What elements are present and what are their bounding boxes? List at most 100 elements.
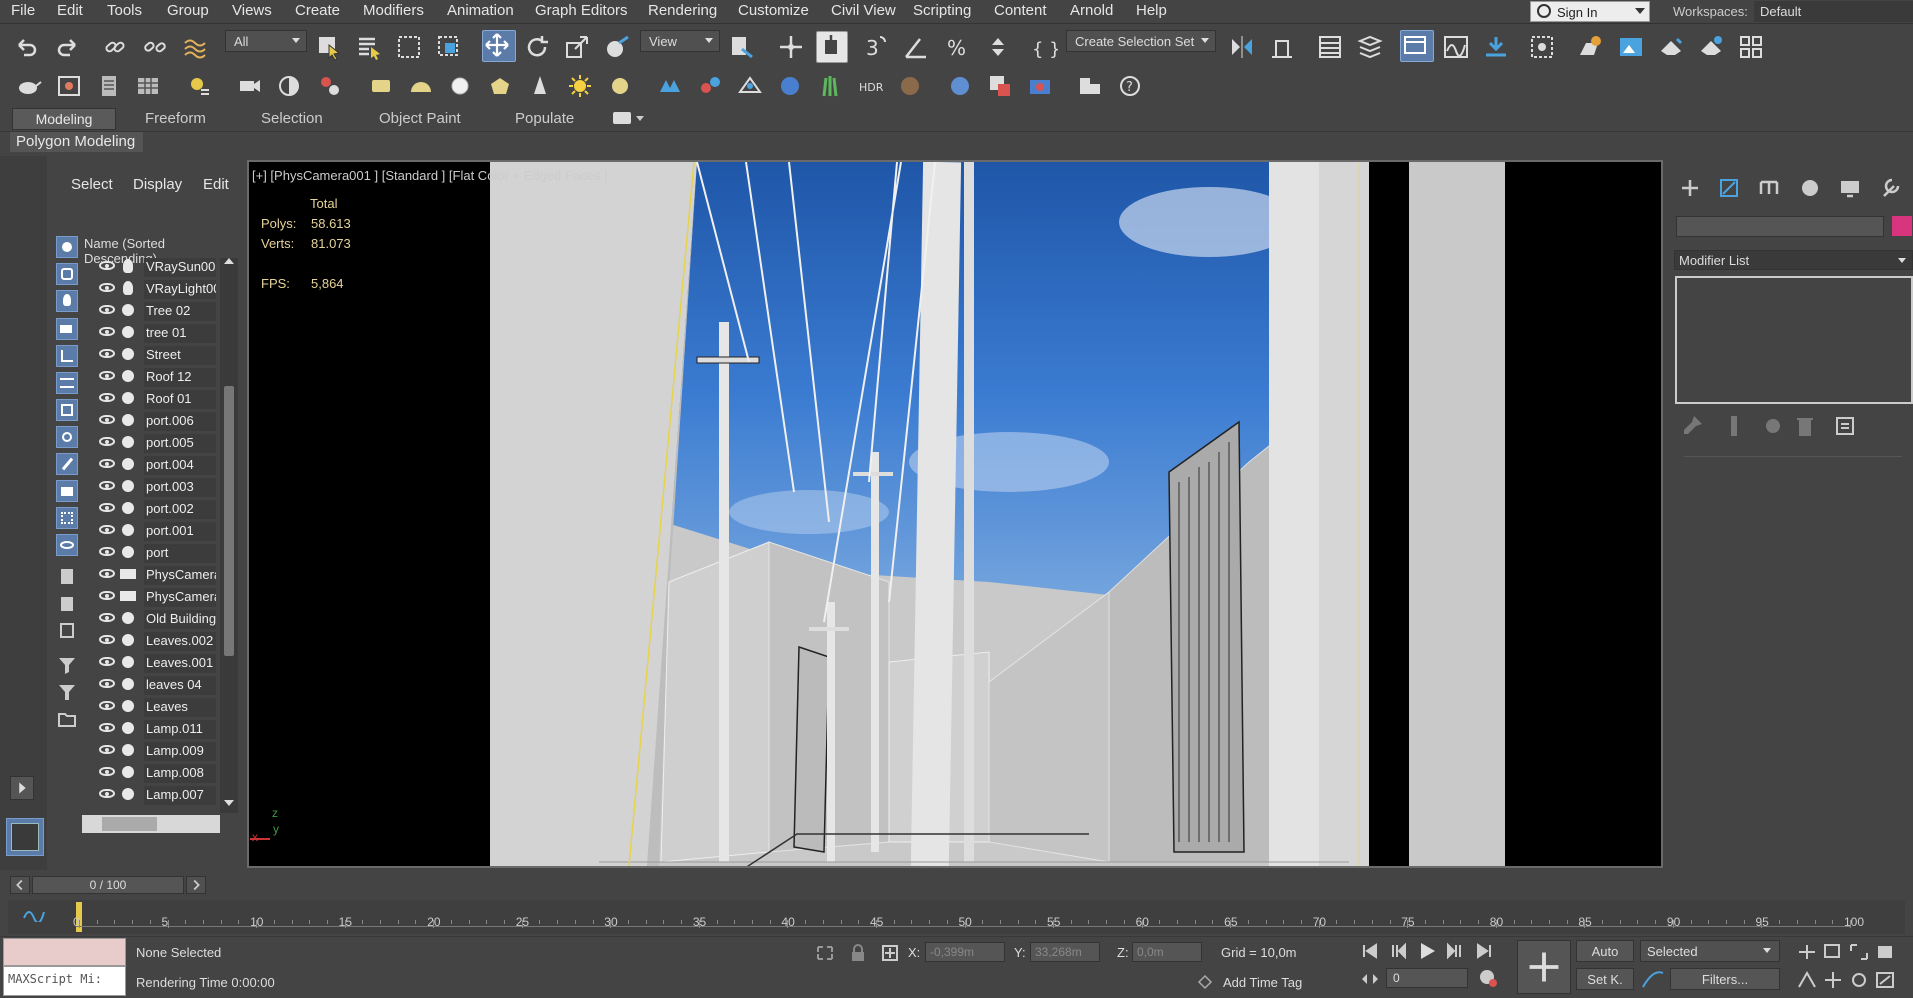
menu-arnold[interactable]: Arnold [1070, 2, 1113, 19]
list-item[interactable]: Leaves.001 [82, 651, 218, 673]
rendered-frame-window-icon[interactable] [1617, 33, 1645, 61]
list-item[interactable]: port.005 [82, 431, 218, 453]
vray-plane-icon[interactable] [367, 72, 395, 100]
object-name[interactable]: port.006 [144, 412, 216, 431]
viewport-layout-button[interactable] [6, 818, 44, 856]
object-name[interactable]: port.003 [144, 478, 216, 497]
object-name[interactable]: Lamp.011 [144, 720, 216, 739]
display-children-icon[interactable] [56, 566, 78, 588]
link-icon[interactable] [101, 33, 129, 61]
render-activeshade-icon[interactable] [1697, 33, 1725, 61]
zoom-extents-icon[interactable] [1848, 942, 1870, 962]
menu-modifiers[interactable]: Modifiers [363, 2, 424, 19]
material-editor-icon[interactable] [1528, 33, 1556, 61]
vray-ambient-icon[interactable] [606, 72, 634, 100]
list-item[interactable]: Lamp.007 [82, 783, 218, 805]
list-item[interactable]: Roof 01 [82, 387, 218, 409]
rotate-icon[interactable] [523, 33, 551, 61]
object-name[interactable]: port.005 [144, 434, 216, 453]
play-icon[interactable] [1416, 940, 1438, 962]
motion-panel-icon[interactable] [1796, 174, 1824, 202]
vray-vfb-icon[interactable] [986, 72, 1014, 100]
object-name[interactable]: Roof 01 [144, 390, 216, 409]
expand-panel-button[interactable] [10, 776, 34, 800]
select-object-icon[interactable] [315, 33, 343, 61]
pin-stack-icon[interactable] [1678, 412, 1706, 440]
menu-scripting[interactable]: Scripting [913, 2, 971, 19]
snaps-toggle-icon[interactable]: 3 [862, 33, 890, 61]
mirror-icon[interactable] [1228, 33, 1256, 61]
visibility-eye-icon[interactable] [99, 327, 115, 336]
vray-sun-icon[interactable] [566, 72, 594, 100]
auto-key-button[interactable]: Auto [1576, 940, 1634, 962]
ribbon-options-icon[interactable] [613, 112, 631, 124]
ribbon-tab-modeling[interactable]: Modeling [12, 108, 116, 130]
ribbon-tab-object-paint[interactable]: Object Paint [379, 110, 461, 127]
teapot-icon[interactable] [15, 72, 43, 100]
display-influences-icon[interactable] [56, 593, 78, 615]
object-name[interactable]: Street [144, 346, 216, 365]
workspace-select[interactable]: Default [1754, 1, 1913, 22]
light-lister-icon[interactable] [185, 72, 213, 100]
ribbon-tab-populate[interactable]: Populate [515, 110, 574, 127]
visibility-eye-icon[interactable] [99, 547, 115, 556]
folder-icon[interactable] [56, 708, 78, 730]
key-filters-button[interactable]: Filters... [1670, 968, 1780, 990]
list-item[interactable]: leaves 04 [82, 673, 218, 695]
selection-lock-icon[interactable] [850, 944, 866, 962]
list-item[interactable]: VRayLight001 [82, 277, 218, 299]
curve-editor-icon[interactable] [1442, 33, 1470, 61]
visibility-eye-icon[interactable] [99, 283, 115, 292]
menu-rendering[interactable]: Rendering [648, 2, 717, 19]
menu-help[interactable]: Help [1136, 2, 1167, 19]
render-setup-icon[interactable] [1576, 33, 1604, 61]
next-key-icon[interactable] [1445, 942, 1465, 960]
maxscript-mini-listener[interactable]: MAXScript Mi: [3, 966, 126, 996]
visibility-eye-icon[interactable] [99, 701, 115, 710]
scroll-down-icon[interactable] [224, 800, 234, 806]
visibility-eye-icon[interactable] [99, 459, 115, 468]
object-name[interactable]: Roof 12 [144, 368, 216, 387]
hierarchy-panel-icon[interactable] [1755, 174, 1783, 202]
menu-tools[interactable]: Tools [107, 2, 142, 19]
isolate-selection-icon[interactable] [815, 944, 835, 962]
visibility-eye-icon[interactable] [99, 591, 115, 600]
vray-displacement-icon[interactable] [736, 72, 764, 100]
sheet-icon[interactable] [95, 72, 123, 100]
list-item[interactable]: Street [82, 343, 218, 365]
horizontal-scrollbar-thumb[interactable] [102, 817, 157, 831]
orbit-icon[interactable] [1848, 970, 1870, 990]
pivot-center-icon[interactable] [728, 33, 756, 61]
object-name[interactable]: Tree 02 [144, 302, 216, 321]
visibility-eye-icon[interactable] [99, 415, 115, 424]
zoom-icon[interactable] [1796, 942, 1818, 962]
vray-proxy-icon[interactable] [656, 72, 684, 100]
object-name[interactable]: port.002 [144, 500, 216, 519]
rectangular-selection-icon[interactable] [395, 33, 423, 61]
trackbar[interactable] [8, 900, 1905, 934]
camera-tool-icon[interactable] [236, 72, 264, 100]
vray-ies-icon[interactable] [526, 72, 554, 100]
vray-material-sphere-icon[interactable] [946, 72, 974, 100]
angle-snap-icon[interactable] [902, 33, 930, 61]
object-name[interactable]: PhysCamera0 [144, 566, 216, 585]
create-panel-icon[interactable] [1676, 174, 1704, 202]
list-item[interactable]: Old Building [82, 607, 218, 629]
filter-space-warps-icon[interactable] [56, 372, 78, 394]
list-item[interactable]: Leaves [82, 695, 218, 717]
z-coordinate-field[interactable]: 0,0m [1132, 942, 1202, 962]
maximize-viewport-icon[interactable] [1874, 970, 1896, 990]
viewport-perspective[interactable] [247, 160, 1663, 868]
render-window-icon[interactable] [55, 72, 83, 100]
object-list-scrollbar[interactable] [220, 258, 238, 813]
object-name[interactable]: port.004 [144, 456, 216, 475]
filter-icon[interactable] [56, 681, 78, 703]
menu-animation[interactable]: Animation [447, 2, 514, 19]
list-item[interactable]: port [82, 541, 218, 563]
render-tiles-icon[interactable] [1737, 33, 1765, 61]
vray-lister-icon[interactable] [1076, 72, 1104, 100]
object-name[interactable]: Leaves.002 [144, 632, 216, 651]
list-item[interactable]: Leaves.002 [82, 629, 218, 651]
menu-group[interactable]: Group [167, 2, 209, 19]
menu-views[interactable]: Views [232, 2, 272, 19]
